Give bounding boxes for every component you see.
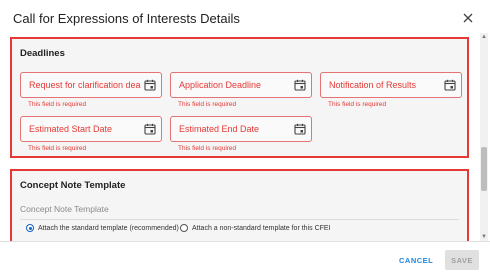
footer-divider [0, 241, 490, 242]
clarification-deadline-error: This field is required [28, 101, 87, 108]
dialog-content: Deadlines Request for clarification dead… [0, 33, 480, 241]
scroll-up-arrow-icon[interactable]: ▲ [481, 34, 487, 40]
estimated-end-date-field[interactable]: Estimated End Date [170, 116, 312, 142]
scroll-down-arrow-icon[interactable]: ▼ [481, 234, 487, 240]
divider [20, 219, 459, 220]
dialog-title: Call for Expressions of Interests Detail… [13, 11, 240, 26]
application-deadline-error: This field is required [178, 101, 237, 108]
estimated-end-date-error: This field is required [178, 145, 237, 152]
scrollbar[interactable]: ▲ ▼ [480, 33, 488, 241]
deadlines-section: Deadlines Request for clarification dead… [10, 37, 469, 158]
deadlines-title: Deadlines [20, 48, 65, 59]
estimated-end-date-label: Estimated End Date [179, 124, 260, 134]
application-deadline-field[interactable]: Application Deadline [170, 72, 312, 98]
close-icon [463, 13, 473, 23]
concept-note-section: Concept Note Template Concept Note Templ… [10, 169, 469, 241]
estimated-start-date-error: This field is required [28, 145, 87, 152]
calendar-icon[interactable] [294, 79, 306, 91]
save-button[interactable]: SAVE [445, 250, 479, 270]
concept-note-sub-label: Concept Note Template [20, 204, 109, 214]
calendar-icon[interactable] [144, 79, 156, 91]
standard-template-radio[interactable] [26, 224, 34, 232]
clarification-deadline-field[interactable]: Request for clarification dead... [20, 72, 162, 98]
cancel-button[interactable]: CANCEL [399, 256, 433, 265]
non-standard-template-option[interactable]: Attach a non-standard template for this … [180, 224, 331, 232]
estimated-start-date-label: Estimated Start Date [29, 124, 113, 134]
notification-of-results-error: This field is required [328, 101, 387, 108]
cfei-details-dialog: Call for Expressions of Interests Detail… [0, 0, 490, 279]
calendar-icon[interactable] [444, 79, 456, 91]
calendar-icon[interactable] [294, 123, 306, 135]
scroll-thumb[interactable] [481, 147, 487, 191]
close-button[interactable] [459, 9, 477, 27]
estimated-start-date-field[interactable]: Estimated Start Date [20, 116, 162, 142]
non-standard-template-label: Attach a non-standard template for this … [192, 224, 331, 232]
clarification-deadline-label: Request for clarification dead... [29, 80, 141, 90]
calendar-icon[interactable] [144, 123, 156, 135]
non-standard-template-radio[interactable] [180, 224, 188, 232]
concept-note-title: Concept Note Template [20, 180, 126, 191]
application-deadline-label: Application Deadline [179, 80, 262, 90]
notification-of-results-field[interactable]: Notification of Results [320, 72, 462, 98]
notification-of-results-label: Notification of Results [329, 80, 417, 90]
standard-template-option[interactable]: Attach the standard template (recommende… [26, 224, 179, 232]
standard-template-label: Attach the standard template (recommende… [38, 224, 179, 232]
